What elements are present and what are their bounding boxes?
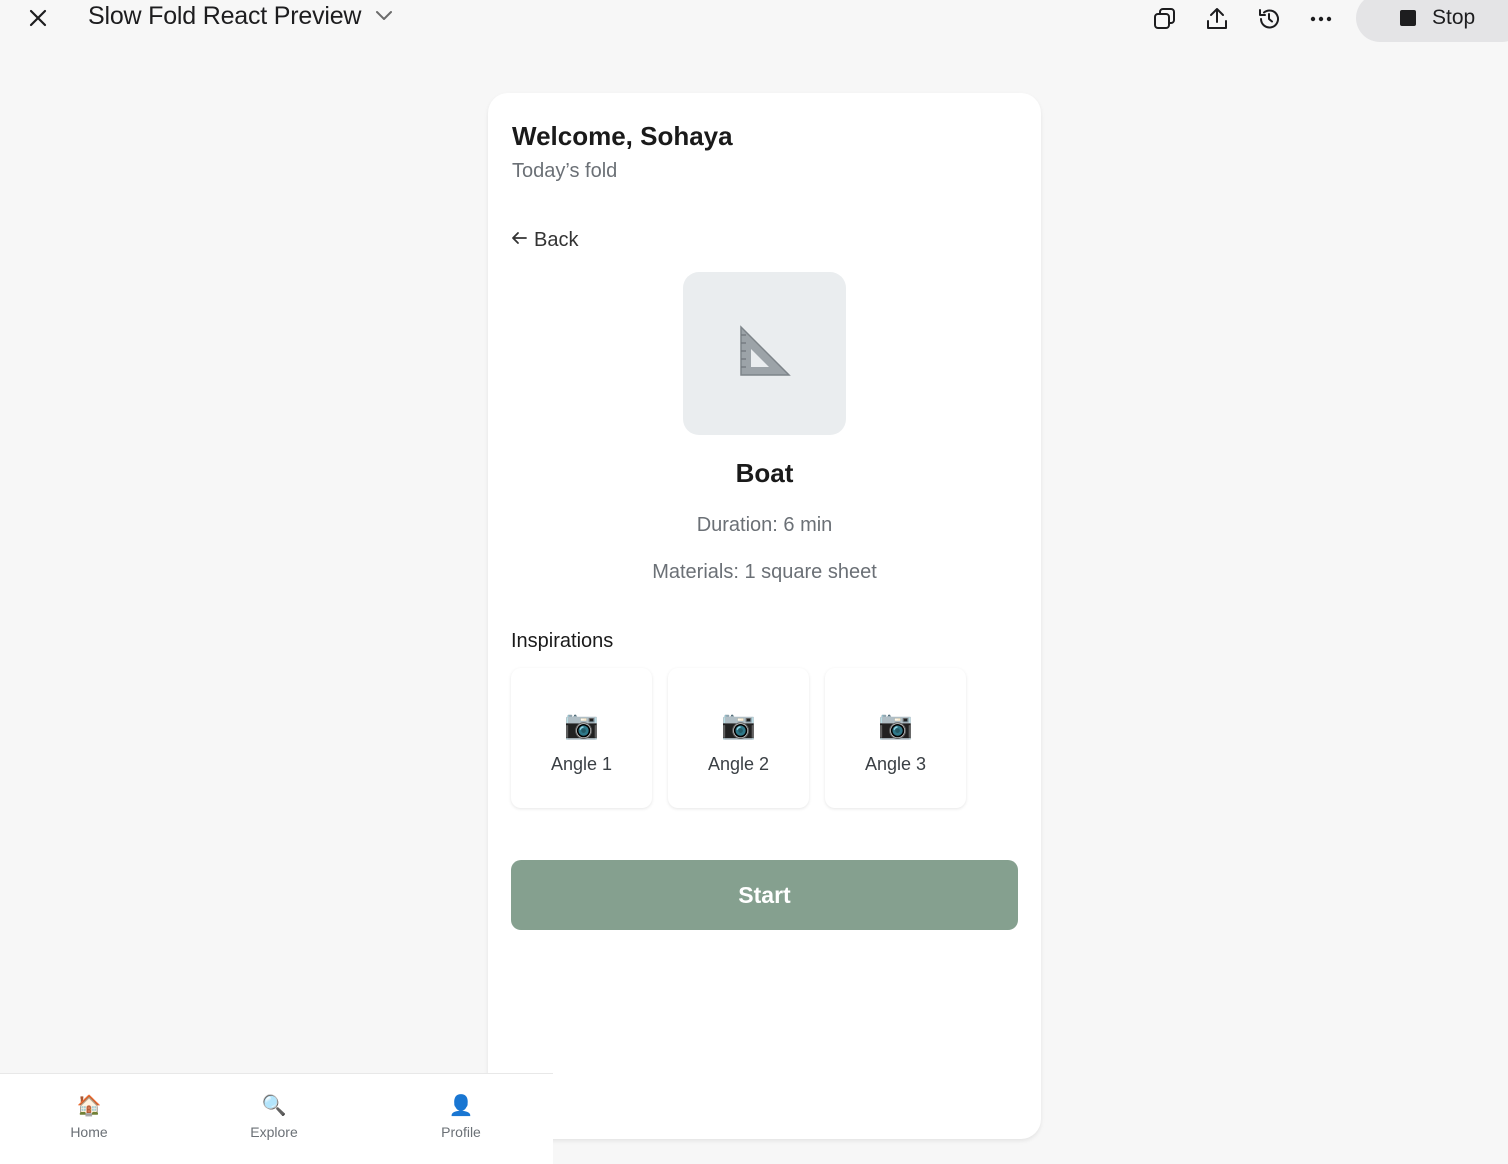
subtitle: Today’s fold [512, 160, 618, 182]
chevron-down-icon [375, 8, 393, 26]
triangular-ruler-icon [737, 323, 793, 384]
fold-duration: Duration: 6 min [696, 514, 833, 536]
inspiration-label: Angle 3 [864, 754, 927, 774]
inspirations-list: 📷 Angle 1 📷 Angle 2 📷 Angle 3 [511, 668, 966, 808]
phone-preview-card: Welcome, Sohaya Today’s fold Back Boat D… [488, 93, 1041, 1139]
back-label: Back [534, 229, 579, 251]
inspiration-card-angle-1[interactable]: 📷 Angle 1 [511, 668, 652, 808]
start-button[interactable]: Start [511, 860, 1018, 930]
fold-materials: Materials: 1 square sheet [652, 561, 877, 583]
history-icon[interactable] [1254, 4, 1284, 34]
bottom-nav: 🏠 Home 🔍 Explore 👤 Profile [0, 1073, 553, 1164]
top-toolbar: Slow Fold React Preview Stop [0, 0, 1508, 42]
nav-item-profile[interactable]: 👤 Profile [401, 1094, 521, 1140]
nav-label: Profile [441, 1124, 481, 1140]
inspirations-heading: Inspirations [511, 630, 614, 652]
back-button[interactable]: Back [510, 229, 578, 252]
inspiration-label: Angle 1 [550, 754, 613, 774]
window-title: Slow Fold React Preview [88, 2, 362, 30]
welcome-heading: Welcome, Sohaya [512, 121, 733, 151]
inspiration-label: Angle 2 [707, 754, 770, 774]
home-icon: 🏠 [76, 1095, 102, 1117]
camera-icon: 📷 [721, 709, 756, 740]
stop-icon [1400, 10, 1416, 26]
camera-icon: 📷 [878, 709, 913, 740]
arrow-left-icon [510, 229, 528, 252]
search-icon: 🔍 [261, 1095, 287, 1117]
nav-item-explore[interactable]: 🔍 Explore [214, 1094, 334, 1140]
preview-title-dropdown[interactable]: Slow Fold React Preview [88, 2, 393, 31]
close-icon[interactable] [24, 4, 52, 32]
more-icon[interactable] [1306, 4, 1336, 34]
inspiration-card-angle-2[interactable]: 📷 Angle 2 [668, 668, 809, 808]
inspiration-card-angle-3[interactable]: 📷 Angle 3 [825, 668, 966, 808]
copy-icon[interactable] [1150, 4, 1180, 34]
share-icon[interactable] [1202, 4, 1232, 34]
nav-label: Explore [250, 1124, 298, 1140]
user-icon: 👤 [448, 1095, 474, 1117]
nav-item-home[interactable]: 🏠 Home [29, 1094, 149, 1140]
camera-icon: 📷 [564, 709, 599, 740]
stop-button[interactable]: Stop [1356, 0, 1508, 42]
nav-label: Home [70, 1124, 108, 1140]
fold-name: Boat [735, 458, 794, 488]
stop-label: Stop [1432, 6, 1476, 29]
fold-image [683, 272, 846, 435]
